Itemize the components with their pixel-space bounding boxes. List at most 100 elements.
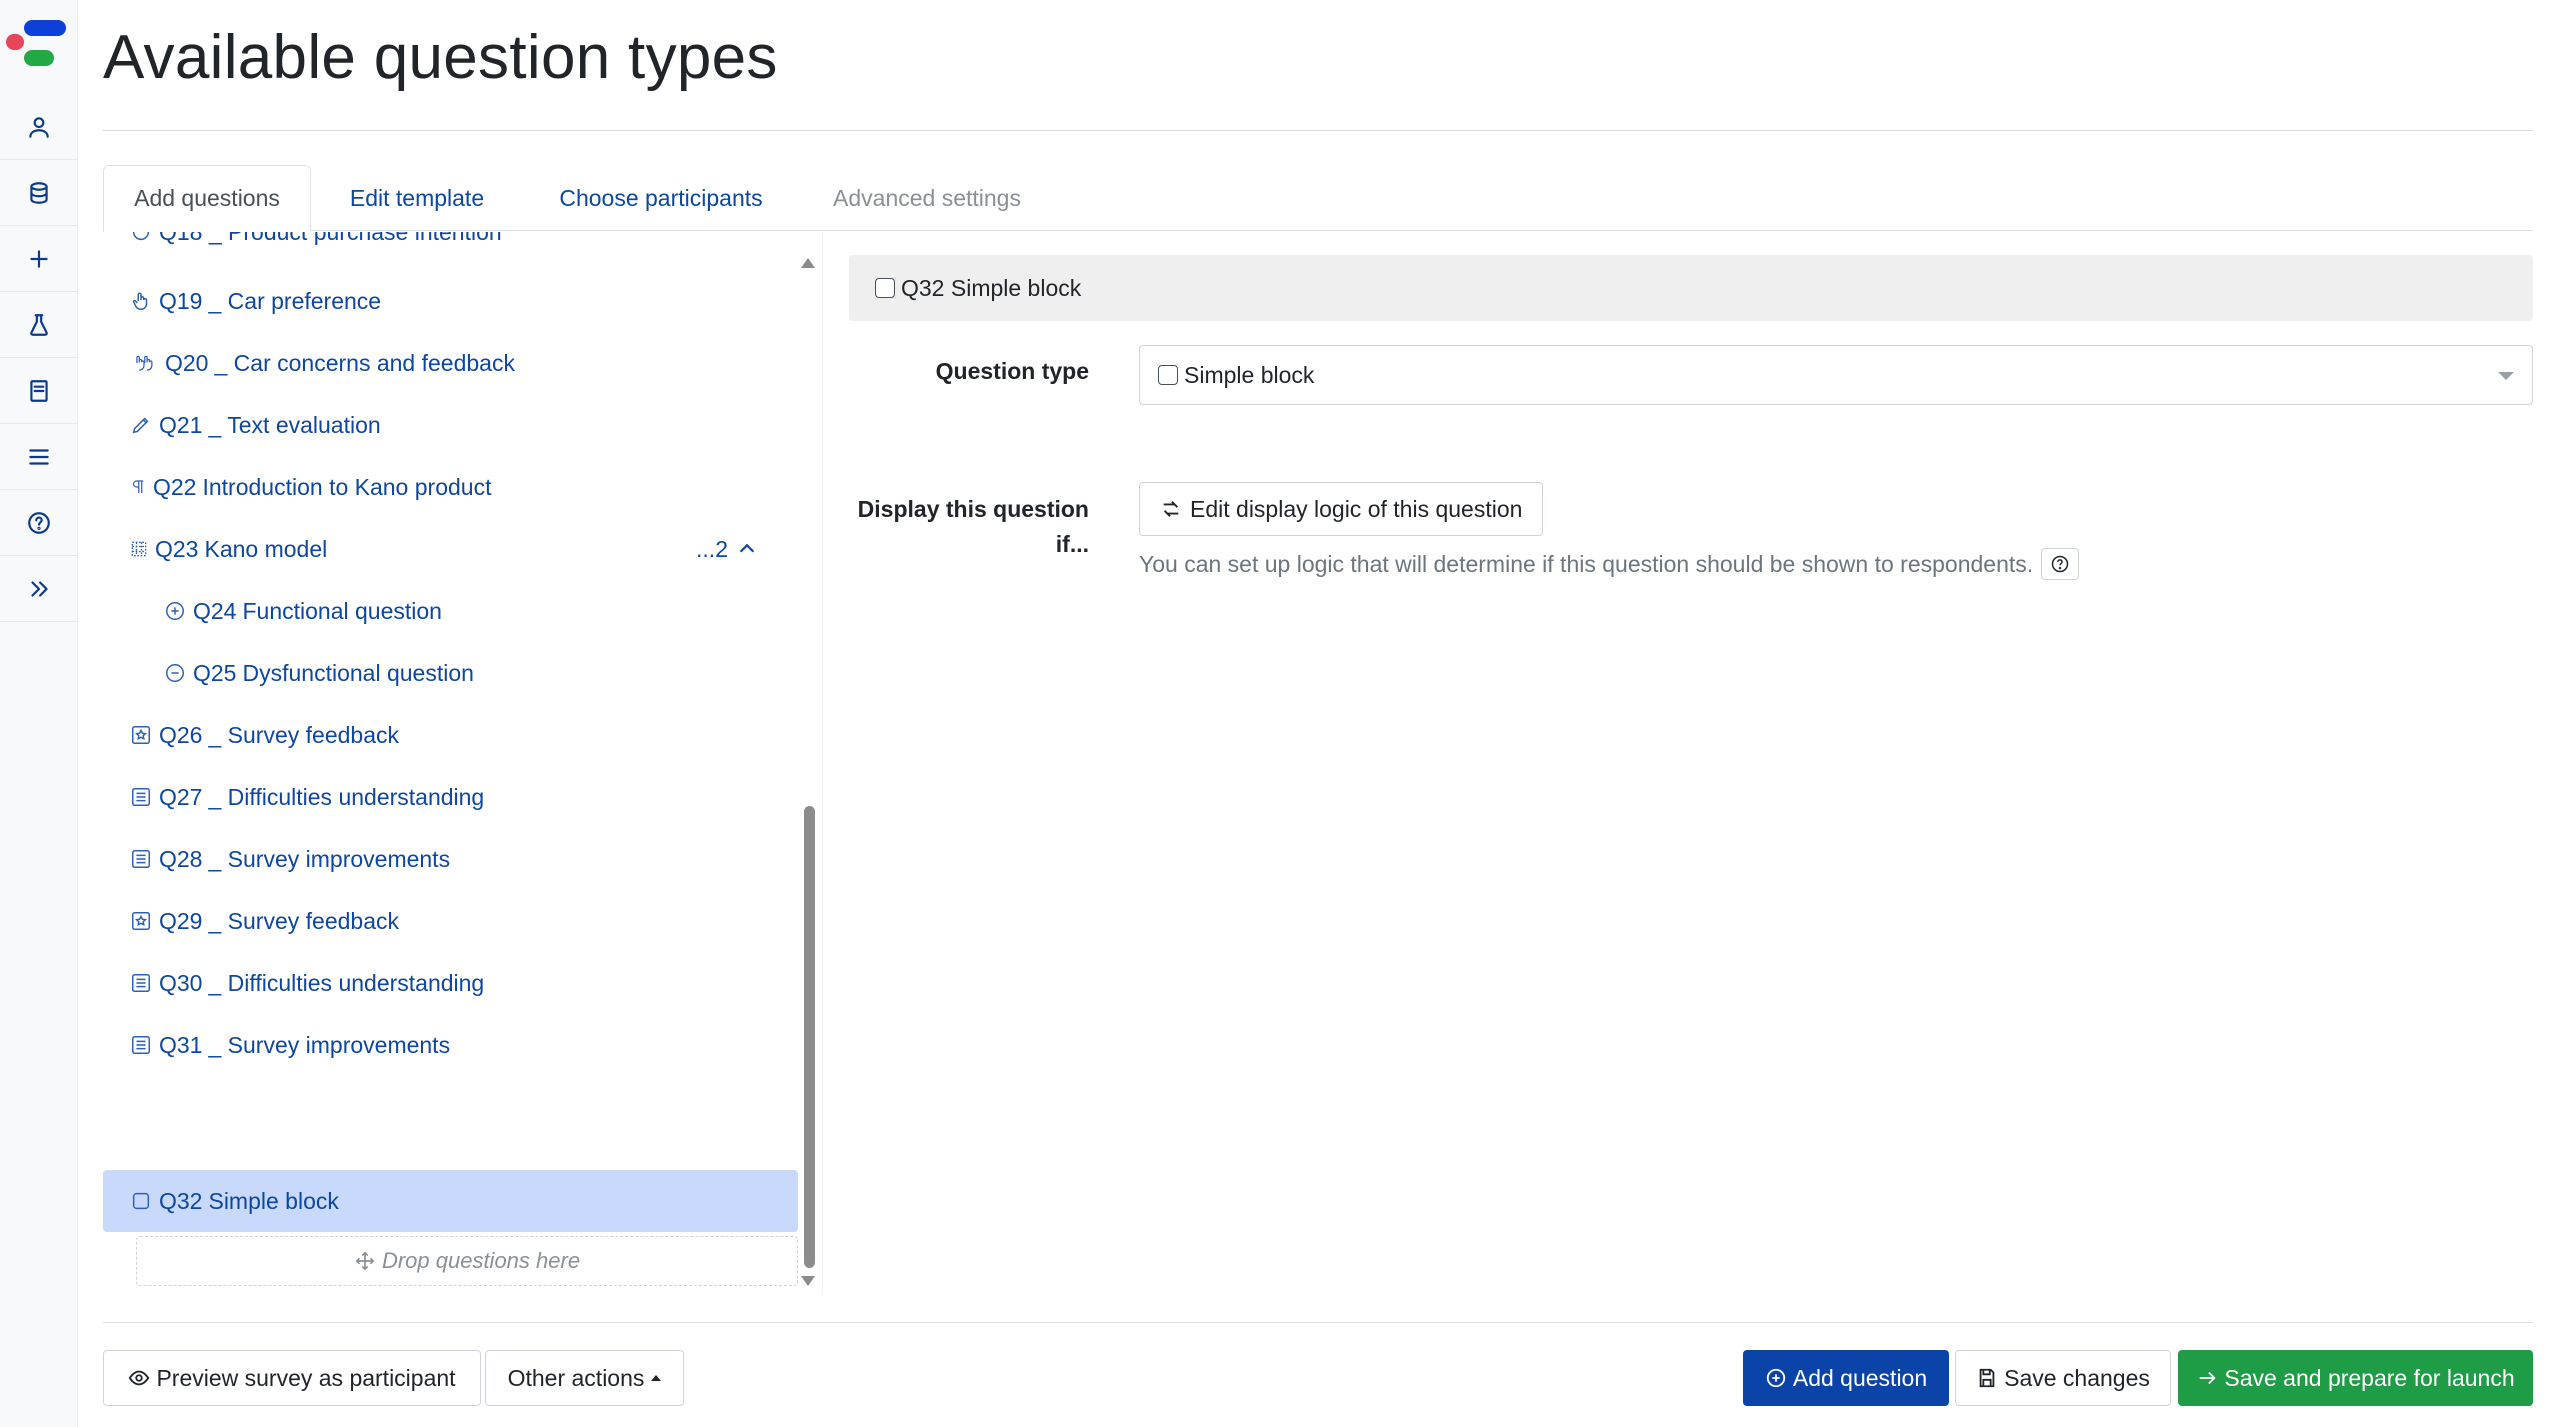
drop-zone[interactable]: Drop questions here (136, 1236, 798, 1286)
page-title: Available question types (103, 23, 778, 92)
list-item-q28[interactable]: Q28 _ Survey improvements (103, 828, 798, 890)
collapse-toggle[interactable]: ...2 (696, 518, 758, 580)
sidebar-lab[interactable] (0, 293, 78, 358)
checkbox-icon (129, 1189, 153, 1213)
caret-up-icon (651, 1375, 662, 1381)
list-item-q26[interactable]: Q26 _ Survey feedback (103, 704, 798, 766)
other-actions-button[interactable]: Other actions (485, 1350, 684, 1406)
plus-circle-icon (1766, 1368, 1786, 1388)
question-title: _ Text evaluation (208, 411, 381, 438)
question-title: _ Difficulties understanding (208, 783, 485, 810)
help-button[interactable] (2041, 548, 2080, 580)
save-and-launch-label: Save and prepare for launch (2224, 1364, 2515, 1391)
question-number: Q26 (159, 721, 203, 748)
question-title: _ Survey improvements (208, 845, 451, 872)
sidebar-data[interactable] (0, 161, 78, 226)
question-number: Q20 (165, 349, 209, 376)
footer-divider (103, 1322, 2533, 1323)
list-item-q22[interactable]: Q22 Introduction to Kano product (103, 456, 798, 518)
text-box-icon (129, 971, 153, 995)
checkbox-icon (1158, 365, 1178, 385)
sidebar-help[interactable] (0, 491, 78, 556)
list-item-q20[interactable]: Q20 _ Car concerns and feedback (103, 332, 798, 394)
question-number: Q27 (159, 783, 203, 810)
question-number: Q22 (153, 473, 197, 500)
save-and-launch-button[interactable]: Save and prepare for launch (2178, 1350, 2533, 1406)
arrow-right-icon (2200, 1371, 2216, 1385)
question-title: _ Car preference (208, 287, 382, 314)
plus-icon (30, 250, 48, 268)
question-type-value: Simple block (1184, 361, 1315, 388)
book-icon (30, 380, 48, 402)
question-type-select[interactable]: Simple block (1139, 345, 2533, 405)
star-box-icon (129, 909, 153, 933)
database-icon (30, 182, 48, 204)
help-circle-icon (28, 512, 50, 534)
list-item-partial[interactable]: Q18 _ Product purchase intention (129, 232, 822, 248)
question-number: Q31 (159, 1031, 203, 1058)
save-changes-button[interactable]: Save changes (1955, 1350, 2171, 1406)
multi-hand-icon (129, 351, 159, 375)
detail-header: Q32 Simple block (849, 255, 2533, 321)
preview-survey-label: Preview survey as participant (156, 1364, 456, 1391)
question-number: Q23 (155, 535, 199, 562)
list-item-q32[interactable]: Q32 Simple block (103, 1170, 798, 1232)
question-circle-icon (2051, 555, 2069, 573)
add-question-label: Add question (1792, 1364, 1928, 1391)
question-title: Dysfunctional question (242, 659, 474, 686)
tab-choose-participants[interactable]: Choose participants (523, 165, 799, 231)
logic-help-label: You can set up logic that will determine… (1139, 550, 2034, 577)
title-divider (103, 130, 2533, 131)
sidebar-profile[interactable] (0, 95, 78, 160)
list-item-q23[interactable]: Q23 Kano model ...2 (103, 518, 798, 580)
list-item-q31[interactable]: Q31 _ Survey improvements (103, 1014, 798, 1076)
list-item-q27[interactable]: Q27 _ Difficulties understanding (103, 766, 798, 828)
sidebar-library[interactable] (0, 359, 78, 424)
drop-zone-label: Drop questions here (381, 1248, 581, 1273)
person-icon (29, 117, 49, 138)
tab-edit-template[interactable]: Edit template (311, 165, 523, 231)
edit-display-logic-button[interactable]: Edit display logic of this question (1139, 482, 1544, 536)
add-question-button[interactable]: Add question (1743, 1350, 1949, 1406)
question-number: Q30 (159, 969, 203, 996)
display-label-line2: if... (1055, 531, 1089, 557)
question-number: Q19 (159, 287, 203, 314)
list-item-q25[interactable]: Q25 Dysfunctional question (103, 642, 798, 704)
list-item-q24[interactable]: Q24 Functional question (103, 580, 798, 642)
question-title: _ Car concerns and feedback (214, 349, 515, 376)
question-number: Q25 (193, 659, 237, 686)
scrollbar-thumb[interactable] (804, 806, 815, 1268)
list-item-q19[interactable]: Q19 _ Car preference (103, 270, 798, 332)
sidebar-menu[interactable] (0, 425, 78, 490)
shuffle-icon (1163, 501, 1179, 517)
scroll-down-arrow[interactable] (801, 1276, 815, 1286)
app-logo[interactable] (4, 18, 70, 70)
sidebar-expand[interactable] (0, 557, 78, 622)
grid-icon (129, 537, 149, 561)
eye-icon (129, 1370, 150, 1386)
question-number: Q24 (193, 597, 237, 624)
edit-display-logic-label: Edit display logic of this question (1190, 495, 1523, 522)
list-item-q21[interactable]: Q21 _ Text evaluation (103, 394, 798, 456)
other-actions-label: Other actions (507, 1364, 645, 1391)
question-title: Functional question (242, 597, 442, 624)
tab-add-questions[interactable]: Add questions (103, 165, 311, 232)
paragraph-icon (129, 475, 147, 499)
minus-circle-icon (163, 661, 187, 685)
question-title: _ Survey feedback (208, 907, 399, 934)
question-type-label: Question type (935, 358, 1089, 384)
display-condition-label: Display this question if... (849, 496, 1089, 558)
text-box-icon (129, 847, 153, 871)
sidebar (0, 0, 78, 1427)
list-item-q30[interactable]: Q30 _ Difficulties understanding (103, 952, 798, 1014)
question-number: Q29 (159, 907, 203, 934)
question-title: Introduction to Kano product (202, 473, 492, 500)
hand-pointer-icon (129, 232, 153, 244)
scroll-up-arrow[interactable] (801, 258, 815, 268)
list-item-q29[interactable]: Q29 _ Survey feedback (103, 890, 798, 952)
tab-advanced-settings: Advanced settings (833, 184, 1021, 211)
sidebar-new[interactable] (0, 227, 78, 292)
menu-icon (29, 449, 49, 465)
question-list[interactable]: Q18 _ Product purchase intention Q19 _ C… (103, 232, 823, 1294)
preview-survey-button[interactable]: Preview survey as participant (103, 1350, 481, 1406)
